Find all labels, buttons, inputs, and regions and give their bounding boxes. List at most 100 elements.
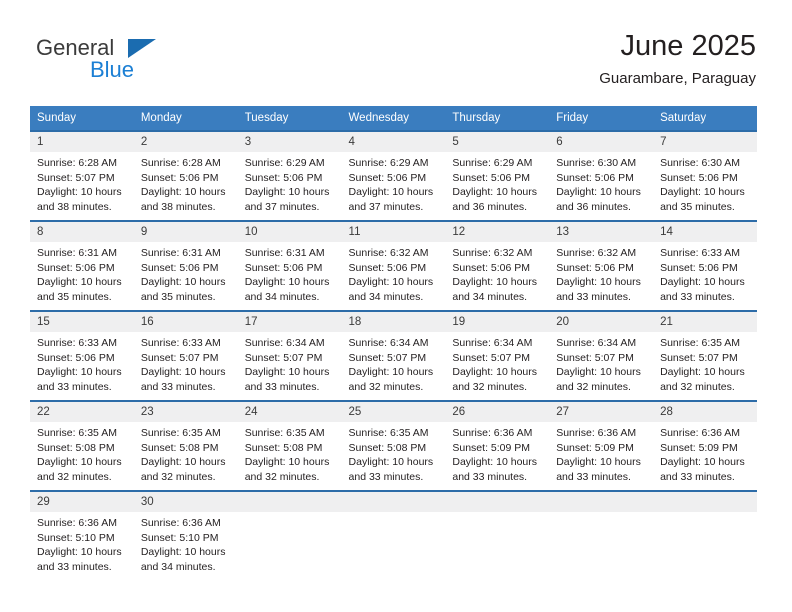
calendar-day-cell[interactable]: 26 Sunrise: 6:36 AM Sunset: 5:09 PM Dayligh… bbox=[445, 400, 550, 491]
calendar-day-cell[interactable]: 30 Sunrise: 6:36 AM Sunset: 5:10 PM Dayligh… bbox=[133, 490, 238, 581]
day-number: 17 bbox=[237, 312, 342, 332]
day-number: 5 bbox=[445, 132, 550, 152]
calendar-day-cell[interactable]: 12 Sunrise: 6:32 AM Sunset: 5:06 PM Dayligh… bbox=[445, 220, 550, 311]
day-cell-inner bbox=[237, 492, 342, 581]
day-cell-inner: 26 Sunrise: 6:36 AM Sunset: 5:09 PM Dayligh… bbox=[445, 402, 550, 490]
sunrise-text: Sunrise: 6:36 AM bbox=[452, 427, 533, 439]
sunset-text: Sunset: 5:06 PM bbox=[660, 261, 738, 274]
calendar-cell-empty bbox=[237, 490, 342, 581]
sunset-text: Sunset: 5:06 PM bbox=[452, 261, 531, 274]
day-cell-inner: 29 Sunrise: 6:36 AM Sunset: 5:10 PM Dayligh… bbox=[30, 492, 134, 581]
daylight-text: Daylight: 10 hours and 35 minutes. bbox=[37, 276, 122, 303]
day-cell-inner: 23 Sunrise: 6:35 AM Sunset: 5:08 PM Dayligh… bbox=[133, 402, 238, 490]
sunrise-text: Sunrise: 6:35 AM bbox=[244, 427, 325, 439]
calendar-day-cell[interactable]: 23 Sunrise: 6:35 AM Sunset: 5:08 PM Dayligh… bbox=[133, 400, 238, 491]
sunset-text: Sunset: 5:08 PM bbox=[140, 441, 219, 454]
day-details: Sunrise: 6:35 AM Sunset: 5:08 PM Daylight:… bbox=[342, 422, 446, 484]
sunset-text: Sunset: 5:07 PM bbox=[348, 351, 427, 364]
calendar-day-cell[interactable]: 16 Sunrise: 6:33 AM Sunset: 5:07 PM Dayligh… bbox=[133, 310, 238, 401]
daylight-text: Daylight: 10 hours and 34 minutes. bbox=[140, 546, 226, 573]
day-details: Sunrise: 6:31 AM Sunset: 5:06 PM Daylight:… bbox=[30, 242, 134, 304]
calendar-day-cell[interactable]: 2 Sunrise: 6:28 AM Sunset: 5:06 PM Daylight… bbox=[133, 130, 238, 221]
calendar-day-cell[interactable]: 27 Sunrise: 6:36 AM Sunset: 5:09 PM Dayligh… bbox=[549, 400, 654, 491]
daylight-text: Daylight: 10 hours and 32 minutes. bbox=[244, 456, 330, 483]
day-number: 12 bbox=[445, 222, 550, 242]
day-number: 14 bbox=[653, 222, 757, 242]
sunrise-text: Sunrise: 6:31 AM bbox=[37, 247, 117, 259]
day-number: 28 bbox=[653, 402, 757, 422]
day-number: 21 bbox=[653, 312, 757, 332]
calendar-day-cell[interactable]: 11 Sunrise: 6:32 AM Sunset: 5:06 PM Dayligh… bbox=[341, 220, 446, 311]
weekday-header-friday: Friday bbox=[549, 106, 654, 131]
sunset-text: Sunset: 5:06 PM bbox=[348, 171, 427, 184]
day-number bbox=[549, 492, 654, 512]
calendar-day-cell[interactable]: 7 Sunrise: 6:30 AM Sunset: 5:06 PM Daylight… bbox=[653, 130, 757, 221]
calendar-day-cell[interactable]: 22 Sunrise: 6:35 AM Sunset: 5:08 PM Dayligh… bbox=[30, 400, 134, 491]
day-details: Sunrise: 6:35 AM Sunset: 5:08 PM Daylight:… bbox=[134, 422, 238, 484]
sunset-text: Sunset: 5:09 PM bbox=[452, 441, 531, 454]
calendar-day-cell[interactable]: 18 Sunrise: 6:34 AM Sunset: 5:07 PM Dayligh… bbox=[341, 310, 446, 401]
day-cell-inner: 18 Sunrise: 6:34 AM Sunset: 5:07 PM Dayligh… bbox=[341, 312, 446, 400]
calendar-day-cell[interactable]: 9 Sunrise: 6:31 AM Sunset: 5:06 PM Daylight… bbox=[133, 220, 238, 311]
sunrise-text: Sunrise: 6:33 AM bbox=[660, 247, 741, 259]
daylight-text: Daylight: 10 hours and 32 minutes. bbox=[452, 366, 538, 393]
calendar-day-cell[interactable]: 19 Sunrise: 6:34 AM Sunset: 5:07 PM Dayligh… bbox=[445, 310, 550, 401]
calendar-day-cell[interactable]: 15 Sunrise: 6:33 AM Sunset: 5:06 PM Dayligh… bbox=[30, 310, 134, 401]
weekday-header-sunday: Sunday bbox=[30, 106, 134, 131]
sunrise-text: Sunrise: 6:36 AM bbox=[140, 517, 221, 529]
day-details: Sunrise: 6:33 AM Sunset: 5:06 PM Daylight:… bbox=[653, 242, 757, 304]
generalblue-logo[interactable]: General Blue bbox=[36, 36, 176, 84]
calendar-cell-empty bbox=[549, 490, 654, 581]
sunset-text: Sunset: 5:06 PM bbox=[37, 351, 115, 364]
calendar-day-cell[interactable]: 29 Sunrise: 6:36 AM Sunset: 5:10 PM Dayligh… bbox=[30, 490, 134, 581]
calendar-day-cell[interactable]: 17 Sunrise: 6:34 AM Sunset: 5:07 PM Dayligh… bbox=[237, 310, 342, 401]
logo-triangle-icon bbox=[128, 39, 156, 58]
day-details: Sunrise: 6:28 AM Sunset: 5:06 PM Daylight:… bbox=[134, 152, 238, 214]
sunrise-text: Sunrise: 6:33 AM bbox=[37, 337, 117, 349]
day-details: Sunrise: 6:36 AM Sunset: 5:09 PM Daylight:… bbox=[445, 422, 549, 484]
calendar-day-cell[interactable]: 10 Sunrise: 6:31 AM Sunset: 5:06 PM Dayligh… bbox=[237, 220, 342, 311]
daylight-text: Daylight: 10 hours and 32 minutes. bbox=[348, 366, 434, 393]
daylight-text: Daylight: 10 hours and 33 minutes. bbox=[556, 276, 641, 303]
calendar-header-row: Sunday Monday Tuesday Wednesday Thursday Frid… bbox=[30, 106, 757, 131]
daylight-text: Daylight: 10 hours and 37 minutes. bbox=[244, 186, 330, 213]
calendar-day-cell[interactable]: 1 Sunrise: 6:28 AM Sunset: 5:07 PM Daylight… bbox=[30, 130, 134, 221]
calendar-day-cell[interactable]: 24 Sunrise: 6:35 AM Sunset: 5:08 PM Dayligh… bbox=[237, 400, 342, 491]
page-title: June 2025 bbox=[620, 30, 756, 62]
sunset-text: Sunset: 5:07 PM bbox=[37, 171, 115, 184]
sunset-text: Sunset: 5:06 PM bbox=[140, 261, 219, 274]
day-cell-inner: 27 Sunrise: 6:36 AM Sunset: 5:09 PM Dayligh… bbox=[549, 402, 654, 490]
day-details: Sunrise: 6:36 AM Sunset: 5:10 PM Daylight:… bbox=[30, 512, 134, 574]
day-cell-inner: 10 Sunrise: 6:31 AM Sunset: 5:06 PM Dayligh… bbox=[237, 222, 342, 310]
day-cell-inner: 14 Sunrise: 6:33 AM Sunset: 5:06 PM Dayligh… bbox=[653, 222, 757, 310]
day-cell-inner: 2 Sunrise: 6:28 AM Sunset: 5:06 PM Daylight… bbox=[133, 132, 238, 220]
calendar-day-cell[interactable]: 20 Sunrise: 6:34 AM Sunset: 5:07 PM Dayligh… bbox=[549, 310, 654, 401]
day-details: Sunrise: 6:32 AM Sunset: 5:06 PM Daylight:… bbox=[549, 242, 653, 304]
day-details: Sunrise: 6:36 AM Sunset: 5:10 PM Daylight:… bbox=[134, 512, 238, 574]
calendar-day-cell[interactable]: 3 Sunrise: 6:29 AM Sunset: 5:06 PM Daylight… bbox=[237, 130, 342, 221]
calendar-day-cell[interactable]: 8 Sunrise: 6:31 AM Sunset: 5:06 PM Daylight… bbox=[30, 220, 134, 311]
calendar-day-cell[interactable]: 25 Sunrise: 6:35 AM Sunset: 5:08 PM Dayligh… bbox=[341, 400, 446, 491]
day-details: Sunrise: 6:29 AM Sunset: 5:06 PM Daylight:… bbox=[342, 152, 446, 214]
calendar-day-cell[interactable]: 4 Sunrise: 6:29 AM Sunset: 5:06 PM Daylight… bbox=[341, 130, 446, 221]
day-details: Sunrise: 6:34 AM Sunset: 5:07 PM Daylight:… bbox=[342, 332, 446, 394]
calendar-week-row: 15 Sunrise: 6:33 AM Sunset: 5:06 PM Dayligh… bbox=[30, 310, 757, 401]
daylight-text: Daylight: 10 hours and 32 minutes. bbox=[660, 366, 745, 393]
page-header: General Blue June 2025 Guarambare, Parag… bbox=[0, 0, 792, 100]
day-number bbox=[341, 492, 446, 512]
calendar-day-cell[interactable]: 21 Sunrise: 6:35 AM Sunset: 5:07 PM Dayligh… bbox=[653, 310, 757, 401]
day-details: Sunrise: 6:34 AM Sunset: 5:07 PM Daylight:… bbox=[549, 332, 653, 394]
day-cell-inner: 28 Sunrise: 6:36 AM Sunset: 5:09 PM Dayligh… bbox=[653, 402, 757, 490]
calendar-day-cell[interactable]: 28 Sunrise: 6:36 AM Sunset: 5:09 PM Dayligh… bbox=[653, 400, 757, 491]
day-number: 26 bbox=[445, 402, 550, 422]
calendar-day-cell[interactable]: 5 Sunrise: 6:29 AM Sunset: 5:06 PM Daylight… bbox=[445, 130, 550, 221]
sunrise-text: Sunrise: 6:29 AM bbox=[348, 157, 429, 169]
calendar-day-cell[interactable]: 6 Sunrise: 6:30 AM Sunset: 5:06 PM Daylight… bbox=[549, 130, 654, 221]
sunset-text: Sunset: 5:10 PM bbox=[140, 531, 219, 544]
calendar-day-cell[interactable]: 14 Sunrise: 6:33 AM Sunset: 5:06 PM Dayligh… bbox=[653, 220, 757, 311]
day-cell-inner: 3 Sunrise: 6:29 AM Sunset: 5:06 PM Daylight… bbox=[237, 132, 342, 220]
calendar-day-cell[interactable]: 13 Sunrise: 6:32 AM Sunset: 5:06 PM Dayligh… bbox=[549, 220, 654, 311]
sunset-text: Sunset: 5:10 PM bbox=[37, 531, 115, 544]
day-cell-inner: 24 Sunrise: 6:35 AM Sunset: 5:08 PM Dayligh… bbox=[237, 402, 342, 490]
daylight-text: Daylight: 10 hours and 32 minutes. bbox=[556, 366, 641, 393]
